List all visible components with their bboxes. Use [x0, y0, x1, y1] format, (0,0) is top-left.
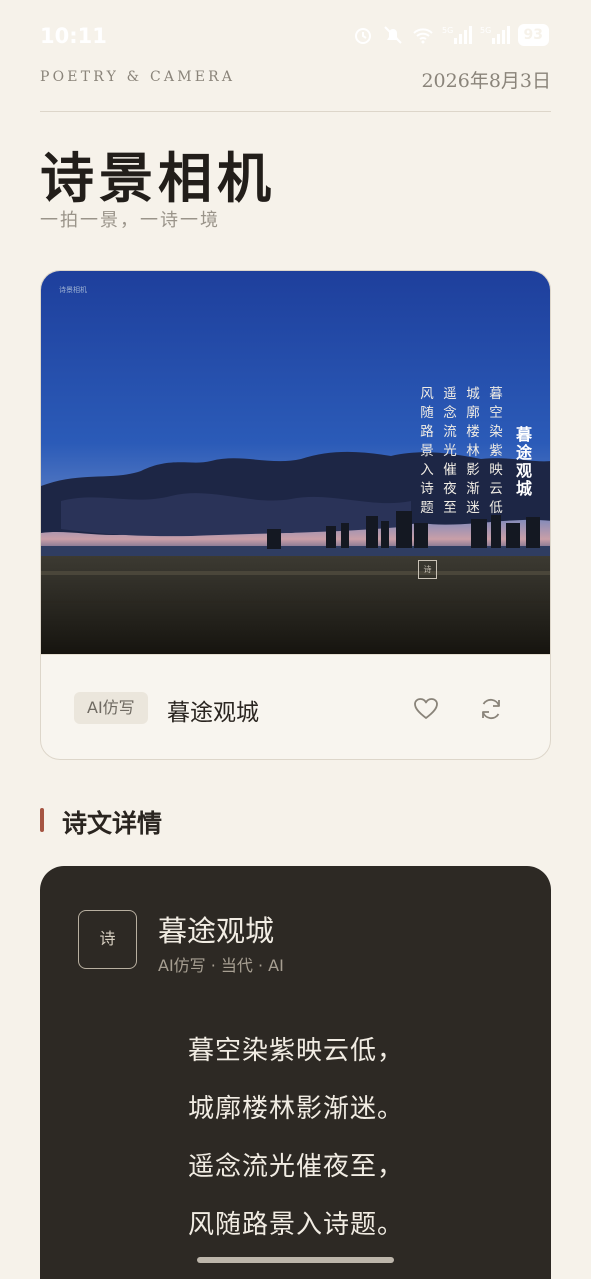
section-title: 诗文详情	[62, 809, 163, 838]
date-label: 2026年8月3日	[421, 70, 551, 92]
heart-icon[interactable]	[413, 696, 439, 722]
poem-line: 暮空染紫映云低，	[188, 1036, 405, 1066]
poem-detail-card: 诗 暮途观城 AI仿写 · 当代 · AI 暮空染紫映云低， 城廓楼林影渐迷。 …	[40, 866, 551, 1279]
section-accent-bar	[40, 808, 44, 832]
svg-text:5G: 5G	[480, 26, 491, 35]
status-time: 10:11	[40, 24, 107, 48]
photo-card[interactable]: 诗景相机 暮途观城 暮空染紫映云低 城廓楼林影渐迷 遥念流光催夜至 风随路景入诗…	[40, 270, 551, 760]
overlay-line: 遥念流光催夜至	[440, 386, 456, 519]
overlay-title: 暮途观城	[513, 426, 532, 498]
poem-line: 遥念流光催夜至，	[188, 1152, 405, 1182]
poem-line: 城廓楼林影渐迷。	[188, 1094, 405, 1124]
photo-card-footer: AI仿写 暮途观城	[41, 654, 550, 759]
poem-lines: 暮空染紫映云低， 城廓楼林影渐迷。 遥念流光催夜至， 风随路景入诗题。	[188, 1022, 404, 1254]
overlay-line: 暮空染紫映云低	[486, 386, 502, 519]
overlay-line: 城廓楼林影渐迷	[463, 386, 479, 519]
brand-label: POETRY & CAMERA	[40, 69, 236, 85]
overlay-line: 风随路景入诗题	[417, 386, 433, 519]
poem-line: 风随路景入诗题。	[188, 1210, 405, 1240]
poem-badge: 诗	[78, 910, 137, 969]
page-subtitle: 一拍一景，一诗一境	[40, 210, 220, 231]
card-poem-title: 暮途观城	[167, 700, 259, 726]
wifi-icon	[412, 28, 433, 44]
detail-meta: AI仿写 · 当代 · AI	[158, 956, 284, 975]
photo-watermark: 诗景相机	[59, 286, 87, 294]
signal-icon-2: 5G	[480, 26, 510, 44]
detail-title: 暮途观城	[158, 914, 275, 948]
photo-seal: 诗	[418, 560, 437, 579]
home-indicator[interactable]	[197, 1257, 394, 1263]
header-divider	[40, 111, 551, 112]
svg-text:5G: 5G	[442, 26, 453, 35]
status-icons: 5G 5G 93	[352, 24, 549, 46]
page-title: 诗景相机	[40, 146, 276, 210]
poem-photo[interactable]: 诗景相机 暮途观城 暮空染紫映云低 城廓楼林影渐迷 遥念流光催夜至 风随路景入诗…	[41, 271, 550, 654]
battery-indicator: 93	[517, 24, 549, 46]
poem-overlay: 暮途观城 暮空染紫映云低 城廓楼林影渐迷 遥念流光催夜至 风随路景入诗题	[41, 386, 534, 519]
alarm-icon	[354, 28, 371, 44]
ai-tag: AI仿写	[74, 692, 148, 724]
bell-off-icon	[383, 26, 402, 44]
refresh-icon[interactable]	[478, 696, 504, 722]
status-bar: 10:11 5G 5G 93	[0, 0, 591, 74]
signal-icon: 5G	[442, 26, 472, 44]
